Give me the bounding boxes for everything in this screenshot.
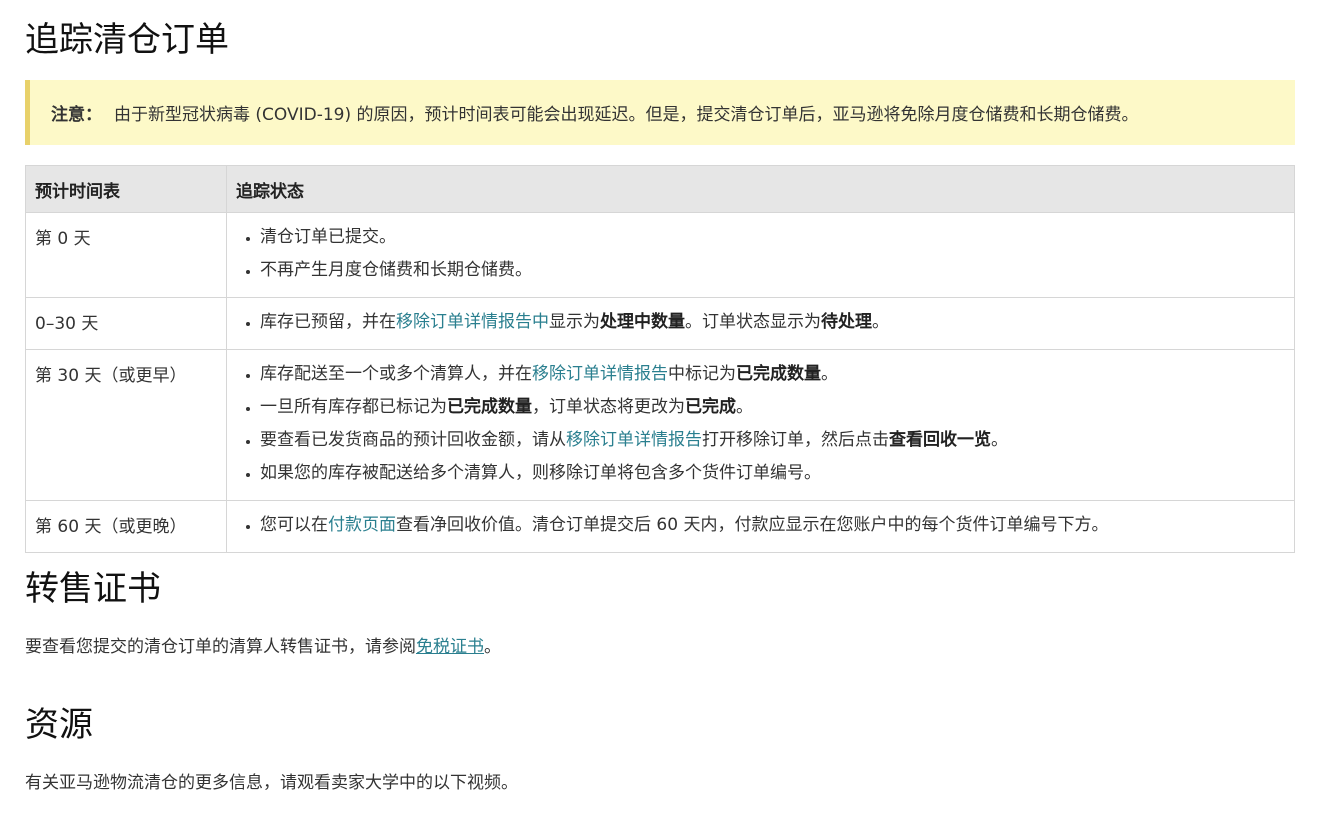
list-item: 库存配送至一个或多个清算人，并在移除订单详情报告中标记为已完成数量。	[260, 358, 1285, 391]
list-item: 库存已预留，并在移除订单详情报告中显示为处理中数量。订单状态显示为待处理。	[260, 306, 1285, 339]
header-timeline: 预计时间表	[25, 165, 227, 213]
status-list: 您可以在付款页面查看净回收价值。清仓订单提交后 60 天内，付款应显示在您账户中…	[236, 509, 1285, 542]
list-item: 如果您的库存被配送给多个清算人，则移除订单将包含多个货件订单编号。	[260, 457, 1285, 490]
tracking-table: 预计时间表 追踪状态 第 0 天 清仓订单已提交。 不再产生月度仓储费和长期仓储…	[25, 165, 1295, 553]
payments-page-link[interactable]: 付款页面	[328, 515, 396, 535]
status-cell: 清仓订单已提交。 不再产生月度仓储费和长期仓储费。	[226, 212, 1295, 298]
resale-heading: 转售证书	[25, 569, 161, 609]
list-item: 清仓订单已提交。	[260, 221, 1285, 254]
timeline-cell: 第 0 天	[25, 212, 227, 298]
status-list: 库存已预留，并在移除订单详情报告中显示为处理中数量。订单状态显示为待处理。	[236, 306, 1285, 339]
list-item: 不再产生月度仓储费和长期仓储费。	[260, 254, 1285, 287]
list-item: 您可以在付款页面查看净回收价值。清仓订单提交后 60 天内，付款应显示在您账户中…	[260, 509, 1285, 542]
resources-heading: 资源	[25, 705, 93, 745]
list-item: 要查看已发货商品的预计回收金额，请从移除订单详情报告打开移除订单，然后点击查看回…	[260, 424, 1285, 457]
removal-order-detail-report-link[interactable]: 移除订单详情报告中	[396, 312, 549, 332]
table-header-row: 预计时间表 追踪状态	[25, 165, 1295, 213]
status-cell: 您可以在付款页面查看净回收价值。清仓订单提交后 60 天内，付款应显示在您账户中…	[226, 500, 1295, 553]
table-row: 第 30 天（或更早） 库存配送至一个或多个清算人，并在移除订单详情报告中标记为…	[25, 349, 1295, 501]
list-item: 一旦所有库存都已标记为已完成数量，订单状态将更改为已完成。	[260, 391, 1285, 424]
notice-label: 注意：	[51, 105, 102, 125]
table-row: 0–30 天 库存已预留，并在移除订单详情报告中显示为处理中数量。订单状态显示为…	[25, 297, 1295, 350]
status-list: 清仓订单已提交。 不再产生月度仓储费和长期仓储费。	[236, 221, 1285, 287]
table-row: 第 60 天（或更晚） 您可以在付款页面查看净回收价值。清仓订单提交后 60 天…	[25, 500, 1295, 553]
status-cell: 库存配送至一个或多个清算人，并在移除订单详情报告中标记为已完成数量。 一旦所有库…	[226, 349, 1295, 501]
resale-paragraph: 要查看您提交的清仓订单的清算人转售证书，请参阅免税证书。	[25, 637, 501, 657]
removal-order-detail-report-link[interactable]: 移除订单详情报告	[566, 430, 702, 450]
resources-paragraph: 有关亚马逊物流清仓的更多信息，请观看卖家大学中的以下视频。	[25, 773, 518, 793]
status-cell: 库存已预留，并在移除订单详情报告中显示为处理中数量。订单状态显示为待处理。	[226, 297, 1295, 350]
header-status: 追踪状态	[226, 165, 1295, 213]
table-row: 第 0 天 清仓订单已提交。 不再产生月度仓储费和长期仓储费。	[25, 212, 1295, 298]
timeline-cell: 第 30 天（或更早）	[25, 349, 227, 501]
tax-exemption-certificate-link[interactable]: 免税证书	[416, 637, 484, 657]
timeline-cell: 0–30 天	[25, 297, 227, 350]
notice-text: 由于新型冠状病毒 (COVID-19) 的原因，预计时间表可能会出现延迟。但是，…	[114, 105, 1139, 125]
page-title: 追踪清仓订单	[25, 20, 229, 60]
notice-box: 注意： 由于新型冠状病毒 (COVID-19) 的原因，预计时间表可能会出现延迟…	[25, 80, 1295, 145]
removal-order-detail-report-link[interactable]: 移除订单详情报告	[532, 364, 668, 384]
timeline-cell: 第 60 天（或更晚）	[25, 500, 227, 553]
status-list: 库存配送至一个或多个清算人，并在移除订单详情报告中标记为已完成数量。 一旦所有库…	[236, 358, 1285, 490]
